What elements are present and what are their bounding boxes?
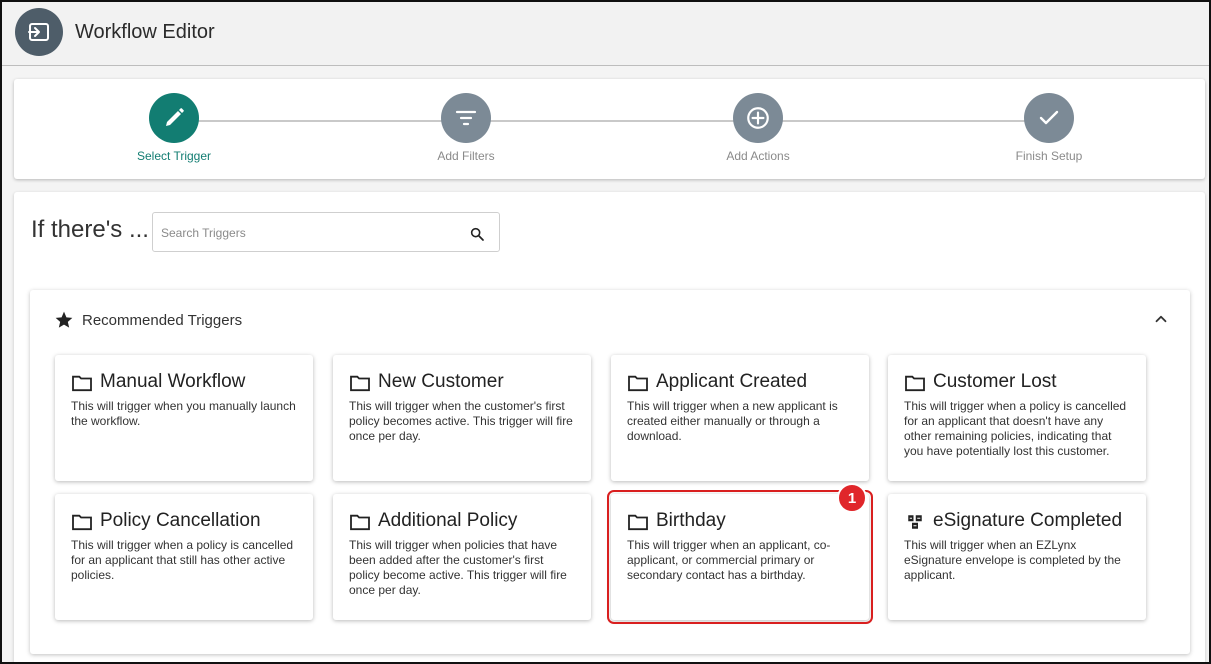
- folder-icon: [72, 514, 92, 531]
- card-title: eSignature Completed: [933, 510, 1123, 531]
- annotation-badge: 1: [837, 483, 867, 513]
- app-window: Workflow Editor Select Trigger Add Filte…: [0, 0, 1211, 664]
- card-description: This will trigger when an applicant, co-…: [627, 538, 831, 582]
- step-add-actions[interactable]: Add Actions: [678, 93, 838, 163]
- chevron-up-icon[interactable]: [1152, 310, 1170, 328]
- page-title: Workflow Editor: [75, 21, 215, 43]
- card-description: This will trigger when policies that hav…: [349, 538, 567, 597]
- trigger-card-policy-cancellation[interactable]: Policy Cancellation This will trigger wh…: [55, 494, 313, 620]
- star-icon: [55, 311, 73, 328]
- trigger-card-applicant-created[interactable]: Applicant Created This will trigger when…: [611, 355, 869, 481]
- pencil-icon: [149, 93, 199, 143]
- signature-icon: [908, 515, 922, 529]
- card-description: This will trigger when a policy is cance…: [71, 538, 294, 582]
- folder-icon: [72, 375, 92, 392]
- app-header: Workflow Editor: [2, 2, 1209, 66]
- recommended-header[interactable]: Recommended Triggers: [54, 310, 242, 330]
- card-title: Manual Workflow: [100, 371, 246, 392]
- step-label: Add Actions: [726, 149, 790, 163]
- step-label: Add Filters: [437, 149, 495, 163]
- step-select-trigger[interactable]: Select Trigger: [94, 93, 254, 163]
- check-icon: [1024, 93, 1074, 143]
- card-title: Customer Lost: [933, 371, 1057, 392]
- plus-circle-icon: [733, 93, 783, 143]
- search-input[interactable]: [161, 223, 461, 243]
- step-finish-setup[interactable]: Finish Setup: [969, 93, 1129, 163]
- filter-icon: [441, 93, 491, 143]
- search-icon[interactable]: [469, 226, 485, 242]
- card-description: This will trigger when a policy is cance…: [904, 399, 1127, 458]
- card-title: New Customer: [378, 371, 504, 392]
- trigger-card-customer-lost[interactable]: Customer Lost This will trigger when a p…: [888, 355, 1146, 481]
- section-heading: If there's ...: [31, 216, 149, 243]
- card-title: Birthday: [656, 510, 726, 531]
- trigger-card-additional-policy[interactable]: Additional Policy This will trigger when…: [333, 494, 591, 620]
- card-title: Policy Cancellation: [100, 510, 261, 531]
- step-label: Finish Setup: [1015, 149, 1083, 163]
- workflow-stepper: Select Trigger Add Filters Add Actions F…: [14, 79, 1205, 179]
- search-box: [152, 212, 500, 252]
- card-description: This will trigger when a new applicant i…: [627, 399, 838, 443]
- step-label: Select Trigger: [136, 149, 212, 163]
- section-title: Recommended Triggers: [82, 311, 243, 329]
- folder-icon: [350, 375, 370, 392]
- trigger-card-birthday[interactable]: Birthday This will trigger when an appli…: [607, 490, 873, 624]
- card-description: This will trigger when you manually laun…: [71, 399, 296, 428]
- card-title: Applicant Created: [656, 371, 808, 392]
- folder-icon: [350, 514, 370, 531]
- exit-to-app-icon[interactable]: [15, 8, 63, 56]
- trigger-card-new-customer[interactable]: New Customer This will trigger when the …: [333, 355, 591, 481]
- step-add-filters[interactable]: Add Filters: [386, 93, 546, 163]
- trigger-card-esignature-completed[interactable]: eSignature Completed This will trigger w…: [888, 494, 1146, 620]
- folder-icon: [628, 375, 648, 392]
- trigger-card-manual-workflow[interactable]: Manual Workflow This will trigger when y…: [55, 355, 313, 481]
- card-description: This will trigger when the customer's fi…: [349, 399, 573, 443]
- folder-icon: [628, 514, 648, 531]
- card-title: Additional Policy: [378, 510, 518, 531]
- card-description: This will trigger when an EZLynx eSignat…: [904, 538, 1121, 582]
- folder-icon: [905, 375, 925, 392]
